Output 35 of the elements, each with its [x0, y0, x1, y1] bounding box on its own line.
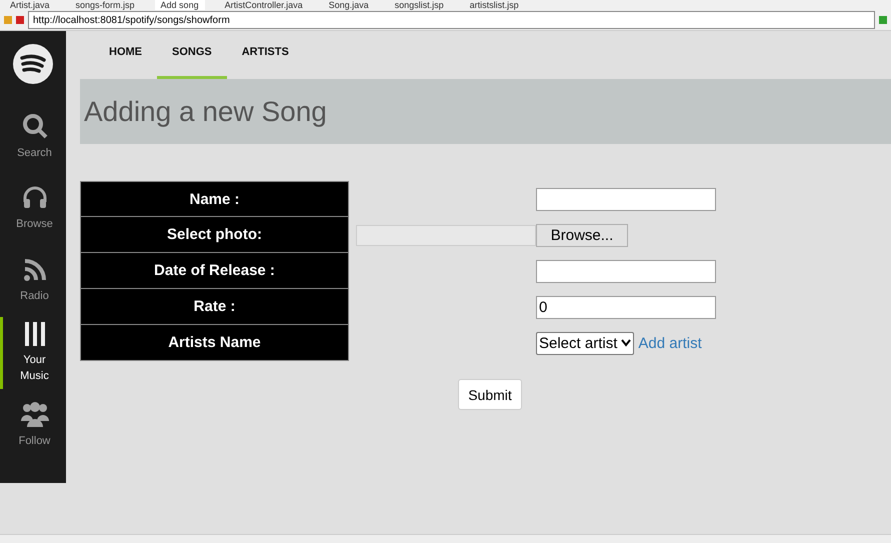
submit-button[interactable]: Submit [458, 379, 522, 410]
nav-tab[interactable]: HOME [94, 31, 157, 79]
sidebar-item[interactable]: Your Music [0, 317, 66, 389]
editor-tab[interactable]: artistslist.jsp [464, 0, 525, 10]
sidebar-item[interactable]: Follow [0, 389, 66, 461]
form-label: Rate : [80, 289, 349, 325]
form-label: Date of Release : [80, 253, 349, 289]
url-field[interactable]: http://localhost:8081/spotify/songs/showform [28, 11, 875, 29]
headphones-icon [22, 186, 48, 210]
editor-tab[interactable]: Artist.java [4, 0, 56, 10]
rss-icon [22, 258, 46, 282]
people-icon [20, 401, 50, 427]
logo-icon[interactable] [12, 43, 54, 85]
editor-tab[interactable]: songslist.jsp [388, 0, 450, 10]
editor-tab[interactable]: Add song [154, 0, 205, 10]
page-title: Adding a new Song [80, 79, 891, 144]
artist-select[interactable]: Select artist [536, 332, 634, 354]
search-icon [22, 113, 48, 139]
form-label: Select photo: [80, 217, 349, 253]
caret-icon [621, 339, 632, 347]
form-label: Artists Name [80, 325, 349, 361]
library-icon [24, 322, 46, 346]
text-input[interactable] [536, 260, 716, 282]
file-path-field[interactable] [356, 224, 536, 246]
text-input[interactable]: 0 [536, 296, 716, 318]
editor-tab[interactable]: ArtistController.java [218, 0, 309, 10]
editor-tab[interactable]: songs-form.jsp [70, 0, 141, 10]
text-input[interactable] [536, 188, 716, 210]
editor-tab[interactable]: Song.java [322, 0, 375, 10]
sidebar-item[interactable]: Browse [0, 173, 66, 245]
sidebar-item[interactable]: Search [0, 101, 66, 173]
nav-tab[interactable]: ARTISTS [226, 31, 304, 79]
form-label: Name : [80, 181, 349, 217]
sidebar-item[interactable]: Radio [0, 245, 66, 317]
browse-button[interactable]: Browse... [536, 224, 628, 246]
